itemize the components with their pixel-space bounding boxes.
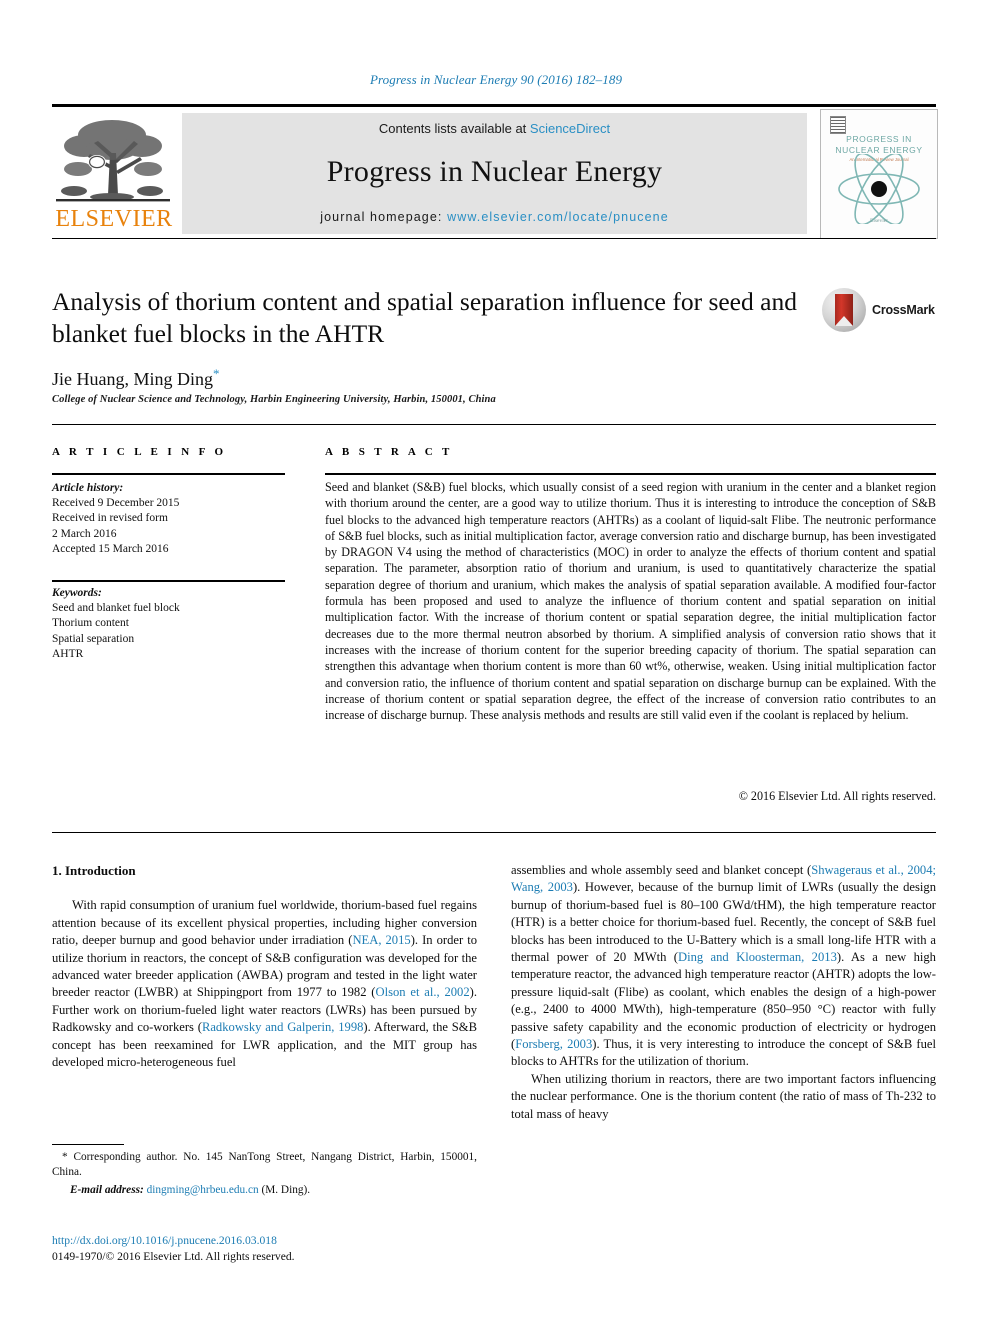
author-list: Jie Huang, Ming Ding* — [52, 366, 812, 390]
email-label: E-mail address: — [70, 1183, 144, 1196]
email-link[interactable]: dingming@hrbeu.edu.cn — [147, 1184, 259, 1196]
keyword-3: AHTR — [52, 647, 84, 660]
right-text-a: assemblies and whole assembly seed and b… — [511, 863, 812, 877]
doi-link[interactable]: http://dx.doi.org/10.1016/j.pnucene.2016… — [52, 1233, 477, 1249]
history-item-1: Received in revised form — [52, 512, 168, 525]
elsevier-logo: ELSEVIER — [52, 113, 176, 233]
citation-forsberg[interactable]: Forsberg, 2003 — [515, 1037, 592, 1051]
article-history-label: Article history: — [52, 482, 124, 494]
contents-lists-line: Contents lists available at ScienceDirec… — [182, 121, 807, 136]
abstract-bottom-rule — [52, 832, 936, 833]
journal-homepage-line: journal homepage: www.elsevier.com/locat… — [182, 210, 807, 224]
elsevier-mark-icon — [830, 116, 846, 134]
keywords-rule — [52, 580, 285, 582]
keyword-0: Seed and blanket fuel block — [52, 602, 180, 615]
citation-ding[interactable]: Ding and Kloosterman, 2013 — [678, 950, 837, 964]
masthead-top-rule — [52, 104, 936, 107]
article-page: Progress in Nuclear Energy 90 (2016) 182… — [0, 0, 992, 1323]
sciencedirect-link[interactable]: ScienceDirect — [530, 121, 610, 136]
footnote-marker: * — [62, 1151, 68, 1163]
corresponding-author-marker[interactable]: * — [213, 366, 220, 381]
intro-paragraph-left: With rapid consumption of uranium fuel w… — [52, 897, 477, 1071]
citation-radkowsky[interactable]: Radkowsky and Galperin, 1998 — [202, 1020, 363, 1034]
elsevier-tree-icon — [54, 113, 172, 205]
crossmark-label: CrossMark — [872, 303, 935, 317]
citation-olson[interactable]: Olson et al., 2002 — [375, 985, 469, 999]
email-note: E-mail address: dingming@hrbeu.edu.cn (M… — [52, 1183, 477, 1198]
abstract-copyright: © 2016 Elsevier Ltd. All rights reserved… — [738, 789, 936, 803]
history-item-2: 2 March 2016 — [52, 527, 117, 540]
intro-paragraph-right-continued: assemblies and whole assembly seed and b… — [511, 862, 936, 1071]
keyword-1: Thorium content — [52, 617, 129, 630]
right-text-c: ). As a new high temperature reactor, th… — [511, 950, 936, 1052]
journal-title: Progress in Nuclear Energy — [326, 155, 663, 188]
article-history: Article history: Received 9 December 201… — [52, 481, 285, 557]
corresponding-author-text: Corresponding author. No. 145 NanTong St… — [52, 1151, 477, 1179]
masthead-bottom-rule — [52, 238, 936, 239]
atom-icon — [838, 154, 920, 224]
section-heading-introduction: 1. Introduction — [52, 863, 136, 878]
keywords-label: Keywords: — [52, 587, 102, 599]
article-title: Analysis of thorium content and spatial … — [52, 287, 797, 348]
email-suffix: (M. Ding). — [261, 1183, 311, 1196]
citation-nea[interactable]: NEA, 2015 — [352, 933, 410, 947]
contents-lists-prefix: Contents lists available at — [378, 121, 530, 136]
info-section-top-rule — [52, 424, 936, 425]
cover-artwork: PROGRESS IN NUCLEAR ENERGY An Internatio… — [826, 114, 932, 234]
article-info-heading: A R T I C L E I N F O — [52, 446, 227, 458]
author-affiliation: College of Nuclear Science and Technolog… — [52, 394, 496, 405]
crossmark-badge[interactable]: CrossMark — [822, 288, 935, 336]
footnote-block: * Corresponding author. No. 145 NanTong … — [52, 1150, 477, 1198]
elsevier-wordmark: ELSEVIER — [55, 206, 173, 232]
crossmark-icon — [822, 288, 866, 332]
keyword-2: Spatial separation — [52, 632, 135, 645]
doi-copyright-block: http://dx.doi.org/10.1016/j.pnucene.2016… — [52, 1233, 477, 1264]
footnote-rule — [52, 1144, 124, 1145]
corresponding-author-note: * Corresponding author. No. 145 NanTong … — [52, 1150, 477, 1181]
cover-title-line1: PROGRESS IN — [846, 134, 912, 144]
homepage-label: journal homepage: — [320, 210, 448, 224]
issn-copyright-line: 0149-1970/© 2016 Elsevier Ltd. All right… — [52, 1249, 295, 1263]
author-names: Jie Huang, Ming Ding — [52, 369, 213, 389]
crossmark-notch-shape — [835, 316, 853, 326]
journal-homepage-link[interactable]: www.elsevier.com/locate/pnucene — [447, 210, 669, 224]
history-item-0: Received 9 December 2015 — [52, 497, 180, 510]
keywords-block: Keywords: Seed and blanket fuel block Th… — [52, 586, 285, 662]
intro-paragraph-right-2: When utilizing thorium in reactors, ther… — [511, 1071, 936, 1121]
journal-banner: Contents lists available at ScienceDirec… — [182, 113, 807, 234]
history-item-3: Accepted 15 March 2016 — [52, 542, 169, 555]
abstract-heading: A B S T R A C T — [325, 446, 453, 458]
body-column-left: 1. Introduction With rapid consumption o… — [52, 862, 477, 1071]
article-info-rule — [52, 473, 285, 475]
journal-masthead: ELSEVIER Contents lists available at Sci… — [52, 104, 938, 239]
abstract-text: Seed and blanket (S&B) fuel blocks, whic… — [325, 480, 936, 723]
running-head: Progress in Nuclear Energy 90 (2016) 182… — [369, 72, 623, 87]
journal-cover-thumbnail: PROGRESS IN NUCLEAR ENERGY An Internatio… — [820, 109, 938, 239]
cover-publisher: Elsevier — [869, 218, 889, 224]
body-column-right: assemblies and whole assembly seed and b… — [511, 862, 936, 1123]
abstract-rule — [325, 473, 936, 475]
